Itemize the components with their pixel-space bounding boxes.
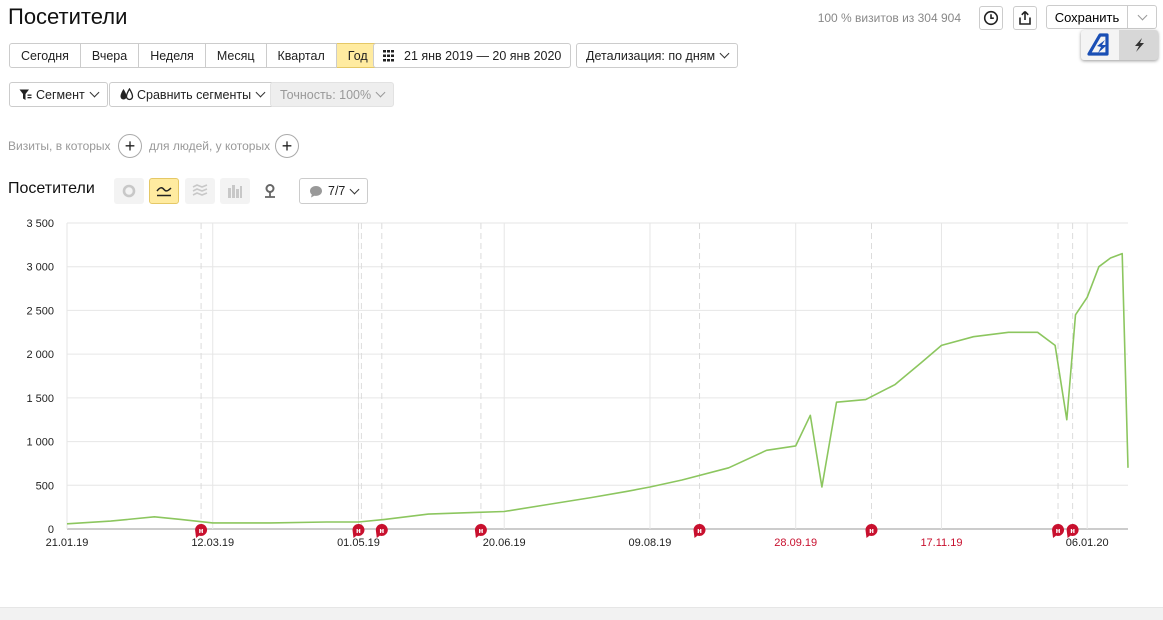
period-today[interactable]: Сегодня: [9, 43, 81, 68]
share-icon: [1017, 10, 1033, 26]
notes-count: 7/7: [328, 184, 345, 198]
line-chart-icon: [156, 185, 172, 197]
add-visit-condition-button[interactable]: +: [118, 134, 142, 158]
save-menu-button[interactable]: [1127, 5, 1157, 29]
svg-text:н: н: [379, 527, 384, 535]
visits-condition-label: Визиты, в которых: [8, 139, 111, 153]
svg-text:н: н: [356, 527, 361, 535]
segment-label: Сегмент: [36, 88, 85, 102]
bottom-bar: [0, 607, 1163, 620]
svg-text:н: н: [199, 527, 204, 535]
view-map-button[interactable]: [255, 178, 285, 204]
svg-text:н: н: [869, 527, 874, 535]
note-marker[interactable]: н: [1052, 524, 1064, 538]
detail-label: Детализация: по дням: [586, 49, 715, 63]
y-tick-label: 2 000: [26, 349, 54, 361]
series-line: [67, 254, 1128, 524]
pie-icon: [122, 184, 136, 198]
period-quarter[interactable]: Квартал: [267, 43, 337, 68]
y-tick-label: 3 000: [26, 262, 54, 274]
chart-title: Посетители: [8, 180, 95, 198]
lightning-icon: [1130, 36, 1148, 54]
svg-text:н: н: [1056, 527, 1061, 535]
bar-chart-icon: [227, 184, 243, 198]
save-button[interactable]: Сохранить: [1046, 5, 1128, 29]
x-tick-label: 20.06.19: [483, 537, 526, 549]
note-marker[interactable]: н: [195, 524, 207, 538]
period-week[interactable]: Неделя: [139, 43, 206, 68]
x-tick-label: 06.01.20: [1066, 537, 1109, 549]
y-tick-label: 500: [36, 480, 54, 492]
page-title: Посетители: [8, 4, 127, 30]
svg-text:н: н: [478, 527, 483, 535]
extension-action[interactable]: [1119, 30, 1158, 60]
compare-segments-dropdown[interactable]: Сравнить сегменты: [109, 82, 274, 107]
view-line-button[interactable]: [149, 178, 179, 204]
chevron-down-icon: [350, 184, 360, 194]
x-tick-label: 21.01.19: [46, 537, 89, 549]
history-button[interactable]: [979, 6, 1003, 30]
filter-icon: [19, 89, 32, 101]
note-marker[interactable]: н: [865, 524, 877, 538]
extension-logo: [1081, 30, 1119, 60]
clock-icon: [983, 10, 999, 26]
lightning-logo-icon: [1085, 32, 1115, 58]
period-selector: Сегодня Вчера Неделя Месяц Квартал Год: [9, 43, 380, 68]
note-marker[interactable]: н: [1067, 524, 1079, 538]
svg-text:н: н: [697, 527, 702, 535]
svg-text:н: н: [1070, 527, 1075, 535]
note-marker[interactable]: н: [694, 524, 706, 538]
accuracy-dropdown[interactable]: Точность: 100%: [270, 82, 394, 107]
detail-dropdown[interactable]: Детализация: по дням: [576, 43, 738, 68]
period-yesterday[interactable]: Вчера: [81, 43, 139, 68]
notes-dropdown[interactable]: 7/7: [299, 178, 368, 204]
segment-dropdown[interactable]: Сегмент: [9, 82, 108, 107]
date-range-picker[interactable]: 21 янв 2019 — 20 янв 2020: [373, 43, 571, 68]
y-tick-label: 1 500: [26, 393, 54, 405]
view-bar-button[interactable]: [220, 178, 250, 204]
calendar-icon: [383, 50, 397, 62]
comment-icon: [309, 185, 323, 198]
chevron-down-icon: [376, 88, 386, 98]
plus-icon: +: [125, 137, 136, 155]
x-tick-label: 01.05.19: [337, 537, 380, 549]
x-tick-label: 12.03.19: [191, 537, 234, 549]
date-range-label: 21 янв 2019 — 20 янв 2020: [404, 49, 561, 63]
share-button[interactable]: [1013, 6, 1037, 30]
extension-widget[interactable]: [1081, 30, 1158, 60]
visitors-line-chart: 0 500 1 000 1 500 2 000 2 500 3 000 3 500 21.01.…: [0, 212, 1163, 562]
accuracy-label: Точность: 100%: [280, 88, 371, 102]
y-tick-label: 0: [48, 524, 54, 536]
compare-label: Сравнить сегменты: [137, 88, 251, 102]
map-pin-icon: [263, 183, 277, 199]
people-condition-label: для людей, у которых: [149, 139, 270, 153]
x-tick-label: 28.09.19: [774, 537, 817, 549]
x-tick-label: 17.11.19: [920, 537, 962, 549]
area-chart-icon: [192, 184, 208, 198]
y-tick-label: 1 000: [26, 437, 54, 449]
note-marker[interactable]: н: [475, 524, 487, 538]
chevron-down-icon: [720, 49, 730, 59]
view-pie-button[interactable]: [114, 178, 144, 204]
view-area-button[interactable]: [185, 178, 215, 204]
chevron-down-icon: [256, 88, 266, 98]
add-people-condition-button[interactable]: +: [275, 134, 299, 158]
chevron-down-icon: [1137, 10, 1147, 20]
period-month[interactable]: Месяц: [206, 43, 267, 68]
visits-summary: 100 % визитов из 304 904: [818, 11, 961, 25]
y-tick-label: 2 500: [26, 305, 54, 317]
plus-icon: +: [282, 137, 293, 155]
note-marker[interactable]: н: [376, 524, 388, 538]
y-tick-label: 3 500: [26, 218, 54, 230]
compare-icon: [119, 88, 134, 101]
note-marker[interactable]: н: [352, 524, 364, 538]
x-tick-label: 09.08.19: [629, 537, 672, 549]
chevron-down-icon: [89, 88, 99, 98]
